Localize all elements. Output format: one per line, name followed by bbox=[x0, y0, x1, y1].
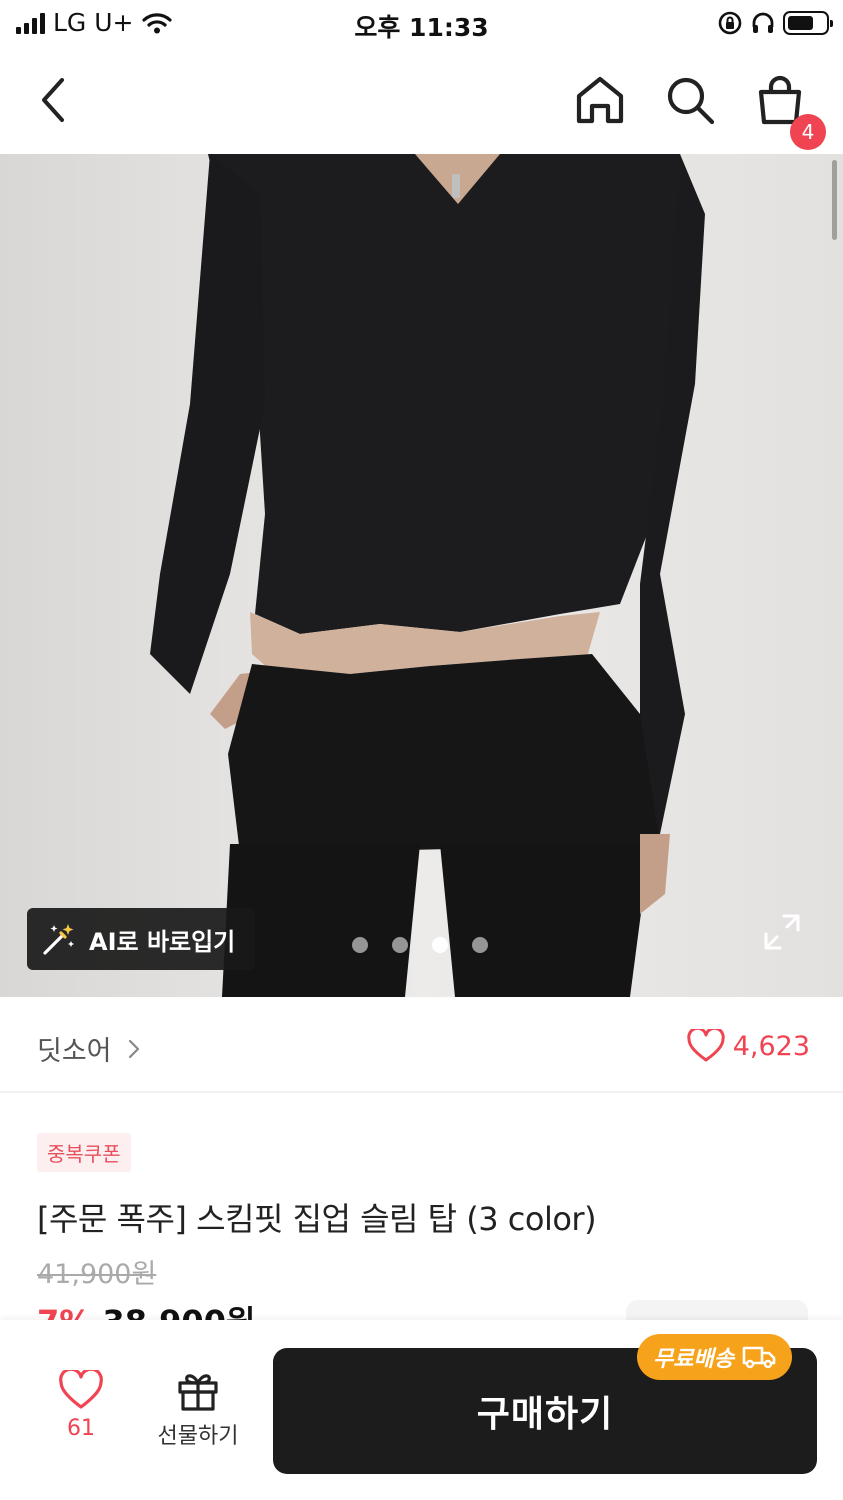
page-dot[interactable] bbox=[352, 937, 368, 953]
ai-try-on-button[interactable]: AI로 바로입기 bbox=[27, 908, 255, 970]
gift-icon bbox=[178, 1374, 218, 1411]
page-dot[interactable] bbox=[472, 937, 488, 953]
search-icon bbox=[667, 77, 715, 125]
original-price: 41,900원 bbox=[37, 1259, 157, 1290]
fullscreen-button[interactable] bbox=[762, 912, 802, 952]
page-dot-active[interactable] bbox=[432, 937, 448, 953]
coupon-badge: 중복쿠폰 bbox=[37, 1133, 131, 1172]
discount-rate: 7% bbox=[37, 1306, 91, 1320]
product-photo bbox=[0, 154, 843, 997]
battery-icon bbox=[783, 11, 833, 35]
brand-like-button[interactable]: 4,623 bbox=[686, 1029, 810, 1063]
wishlist-count: 61 bbox=[67, 1416, 95, 1441]
chevron-right-icon bbox=[128, 1039, 139, 1058]
free-shipping-badge: 무료배송 bbox=[637, 1334, 792, 1380]
home-icon bbox=[576, 76, 624, 124]
wishlist-button[interactable]: 61 bbox=[50, 1370, 112, 1441]
expand-icon bbox=[764, 914, 800, 950]
search-button[interactable] bbox=[660, 70, 720, 130]
cart-count-badge: 4 bbox=[790, 114, 826, 150]
ai-try-on-label: AI로 바로입기 bbox=[89, 927, 236, 956]
brand-link[interactable]: 딧소어 bbox=[37, 1029, 140, 1068]
rotation-lock-icon bbox=[718, 11, 742, 35]
gallery-pagination bbox=[352, 937, 488, 953]
brand-name: 딧소어 bbox=[37, 1036, 112, 1067]
truck-icon bbox=[742, 1346, 776, 1369]
product-title: [주문 폭주] 스킴핏 집업 슬림 탑 (3 color) bbox=[37, 1200, 597, 1238]
back-button[interactable] bbox=[24, 70, 84, 130]
headphones-icon bbox=[752, 12, 774, 33]
status-bar: LG U+ 오후 11:33 bbox=[0, 0, 843, 50]
free-shipping-label: 무료배송 bbox=[653, 1347, 734, 1372]
top-nav: 4 bbox=[0, 50, 843, 154]
home-button[interactable] bbox=[570, 70, 630, 130]
brand-row: 딧소어 4,623 bbox=[0, 997, 843, 1093]
chevron-left-icon bbox=[42, 78, 64, 122]
product-image-gallery[interactable]: AI로 바로입기 bbox=[0, 154, 843, 997]
heart-icon bbox=[686, 1029, 725, 1062]
sale-price: 38,900원 bbox=[102, 1306, 255, 1320]
gift-button[interactable]: 선물하기 bbox=[148, 1370, 248, 1450]
page-dot[interactable] bbox=[392, 937, 408, 953]
status-icons bbox=[717, 10, 833, 36]
sale-price-row: 7% 38,900원 bbox=[37, 1306, 255, 1320]
bottom-action-bar: 61 선물하기 구매하기 무료배송 bbox=[0, 1320, 843, 1500]
heart-icon bbox=[59, 1370, 103, 1409]
magic-wand-icon bbox=[43, 924, 74, 955]
gift-label: 선물하기 bbox=[157, 1424, 239, 1449]
brand-like-count: 4,623 bbox=[732, 1030, 810, 1062]
gallery-scroll-indicator bbox=[832, 160, 837, 240]
